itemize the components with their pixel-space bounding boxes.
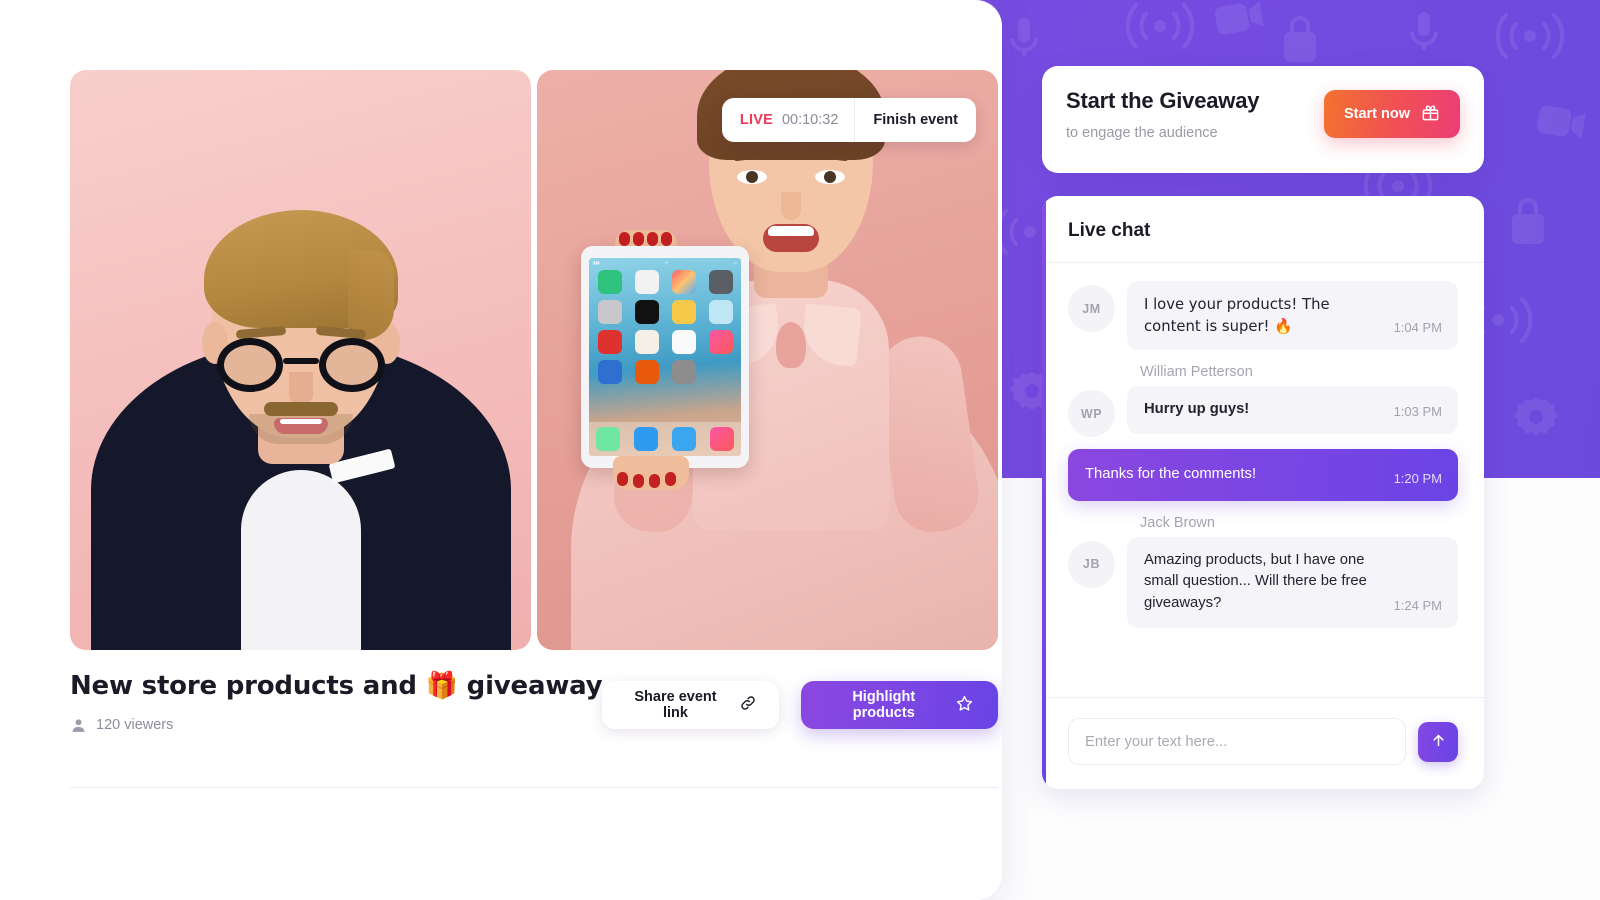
chat-message-own: Thanks for the comments! 1:20 PM — [1068, 449, 1458, 501]
giveaway-title: Start the Giveaway — [1066, 88, 1260, 113]
share-button-label: Share event link — [634, 689, 717, 721]
link-icon — [739, 694, 757, 716]
chat-bubble: Hurry up guys! 1:03 PM — [1127, 386, 1458, 434]
live-chat-header: Live chat — [1042, 196, 1484, 263]
event-footer: New store products and 🎁 giveaway 120 vi… — [70, 671, 998, 767]
giveaway-subtitle: to engage the audience — [1066, 125, 1218, 141]
start-giveaway-button[interactable]: Start now — [1323, 90, 1460, 138]
avatar: WP — [1068, 390, 1115, 438]
chat-message-time: 1:03 PM — [1393, 403, 1442, 419]
share-event-link-button[interactable]: Share event link — [602, 681, 779, 729]
chat-message-time: 1:04 PM — [1393, 320, 1442, 336]
live-badge: LIVE — [739, 112, 773, 128]
highlight-button-label: Highlight products — [852, 689, 916, 721]
giveaway-text-group: Start the Giveaway to engage the audienc… — [1066, 88, 1259, 141]
presenter-tile-right[interactable]: ▮▮▮ ◷ ▭ LIVE 00:10:32 Finish event — [537, 70, 998, 650]
chat-message-time: 1:20 PM — [1393, 470, 1442, 486]
chat-bubble: I love your products! The content is sup… — [1127, 281, 1458, 351]
chat-bubble: Amazing products, but I have one small q… — [1127, 536, 1458, 628]
avatar: JB — [1068, 540, 1115, 588]
chat-message-list[interactable]: JM I love your products! The content is … — [1042, 263, 1484, 697]
person-icon — [70, 717, 87, 734]
live-event-page: ▮▮▮ ◷ ▭ LIVE 00:10:32 Finish event New s… — [0, 0, 1600, 900]
chat-bubble-own: Thanks for the comments! 1:20 PM — [1068, 449, 1458, 501]
viewer-count: 120 viewers — [70, 717, 602, 734]
start-button-label: Start now — [1343, 106, 1410, 122]
chat-message: JM I love your products! The content is … — [1068, 281, 1458, 351]
chat-message-text: Thanks for the comments! — [1085, 466, 1257, 483]
chat-sender-name: Jack Brown — [1140, 514, 1215, 531]
hand-bottom — [613, 456, 689, 490]
live-status-pill: LIVE 00:10:32 Finish event — [721, 98, 976, 142]
video-grid: ▮▮▮ ◷ ▭ LIVE 00:10:32 Finish event — [70, 70, 998, 650]
finish-event-button[interactable]: Finish event — [855, 98, 976, 142]
tablet-device: ▮▮▮ ◷ ▭ — [581, 246, 749, 468]
chat-message: JB Amazing products, but I have one smal… — [1068, 536, 1458, 628]
arrow-up-icon — [1430, 732, 1447, 752]
page-title: New store products and 🎁 giveaway — [70, 671, 603, 701]
chat-input[interactable] — [1068, 718, 1406, 765]
gift-icon — [1421, 103, 1440, 126]
right-sidebar: Start the Giveaway to engage the audienc… — [1042, 66, 1484, 789]
presenter-tile-left[interactable] — [70, 70, 531, 650]
footer-divider — [70, 787, 998, 788]
live-chat-card: Live chat JM I love your products! The c… — [1042, 196, 1484, 789]
event-actions: Share event link Highlight products — [602, 681, 998, 729]
stream-stage: ▮▮▮ ◷ ▭ LIVE 00:10:32 Finish event New s… — [0, 0, 1002, 900]
live-timer-group: LIVE 00:10:32 — [722, 98, 856, 142]
presenter-two-figure: ▮▮▮ ◷ ▭ — [537, 70, 998, 650]
star-icon — [955, 694, 974, 717]
chat-composer — [1042, 697, 1484, 789]
viewer-count-label: 120 viewers — [96, 717, 174, 734]
send-message-button[interactable] — [1418, 721, 1458, 762]
avatar: JM — [1068, 285, 1115, 332]
chat-message-time: 1:24 PM — [1393, 597, 1442, 613]
event-meta: New store products and 🎁 giveaway 120 vi… — [70, 671, 603, 734]
chat-message: WP Hurry up guys! 1:03 PM — [1068, 386, 1458, 438]
giveaway-card: Start the Giveaway to engage the audienc… — [1042, 66, 1484, 173]
presenter-one-figure — [70, 70, 531, 650]
highlight-products-button[interactable]: Highlight products — [800, 681, 998, 729]
chat-sender-name: William Petterson — [1140, 364, 1253, 381]
live-elapsed-time: 00:10:32 — [781, 112, 839, 128]
